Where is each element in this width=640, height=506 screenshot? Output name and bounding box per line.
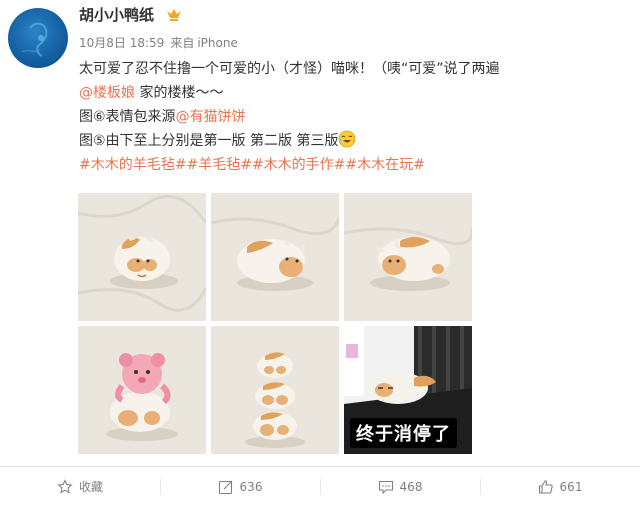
vip-crown-icon[interactable] bbox=[165, 6, 183, 24]
post-line-4-text: 图⑤由下至上分别是第一版 第二版 第三版 bbox=[79, 133, 339, 149]
mention-loubanniang[interactable]: @楼板娘 bbox=[79, 85, 135, 101]
photo-1[interactable] bbox=[78, 193, 206, 321]
topic-mumu-felt[interactable]: #木木的羊毛毡# bbox=[79, 157, 186, 173]
post-date[interactable]: 10月8日 18:59 bbox=[79, 36, 164, 50]
photo-3[interactable] bbox=[344, 193, 472, 321]
post-line-2-text: 家的楼楼～～ bbox=[135, 85, 224, 101]
star-icon bbox=[57, 478, 73, 494]
post-meta: 10月8日 18:59 来自 iPhone bbox=[79, 34, 244, 51]
topic-mumu-handmade[interactable]: #木木的手作# bbox=[252, 157, 345, 173]
crying-laughing-emoji-icon bbox=[339, 130, 356, 148]
topic-mumu-playing[interactable]: #木木在玩# bbox=[345, 157, 424, 173]
avatar[interactable] bbox=[8, 8, 68, 68]
post-line-3: 图⑥表情包来源@有猫饼饼 bbox=[79, 105, 619, 129]
post-source[interactable]: iPhone bbox=[197, 36, 238, 50]
photo-5[interactable] bbox=[211, 326, 339, 454]
photo-2[interactable] bbox=[211, 193, 339, 321]
comment-button[interactable]: 468 bbox=[320, 467, 480, 506]
comment-count: 468 bbox=[399, 479, 423, 494]
post-line-4: 图⑤由下至上分别是第一版 第二版 第三版 bbox=[79, 129, 619, 153]
like-count: 661 bbox=[559, 479, 583, 494]
favorite-label: 收藏 bbox=[78, 480, 103, 494]
repost-button[interactable]: 636 bbox=[160, 467, 320, 506]
topic-felt[interactable]: #羊毛毡# bbox=[186, 157, 251, 173]
post-body: 太可爱了忍不住撸一个可爱的小（才怪）喵咪！（咦“可爱”说了两遍 @楼板娘 家的楼… bbox=[79, 57, 619, 177]
thumbs-up-icon bbox=[538, 479, 553, 494]
photo-6-caption: 终于消停了 bbox=[350, 418, 457, 448]
post-line-2: @楼板娘 家的楼楼～～ bbox=[79, 81, 619, 105]
username[interactable]: 胡小小鸭纸 bbox=[79, 4, 154, 25]
post-line-1: 太可爱了忍不住撸一个可爱的小（才怪）喵咪！（咦“可爱”说了两遍 bbox=[79, 61, 500, 77]
photo-4[interactable] bbox=[78, 326, 206, 454]
avatar-image bbox=[21, 22, 48, 57]
mention-youmaobingbing[interactable]: @有猫饼饼 bbox=[176, 109, 246, 125]
repost-count: 636 bbox=[239, 479, 263, 494]
post-topics: #木木的羊毛毡##羊毛毡##木木的手作##木木在玩# bbox=[79, 153, 619, 177]
like-button[interactable]: 661 bbox=[480, 467, 640, 506]
photo-6[interactable]: 终于消停了 bbox=[344, 326, 472, 454]
action-bar: 收藏 636 468 661 bbox=[0, 467, 640, 506]
comment-icon bbox=[378, 480, 393, 494]
post-line-3-text: 图⑥表情包来源 bbox=[79, 109, 176, 125]
source-prefix: 来自 bbox=[170, 36, 195, 50]
repost-icon bbox=[218, 480, 232, 494]
favorite-button[interactable]: 收藏 bbox=[0, 467, 160, 506]
